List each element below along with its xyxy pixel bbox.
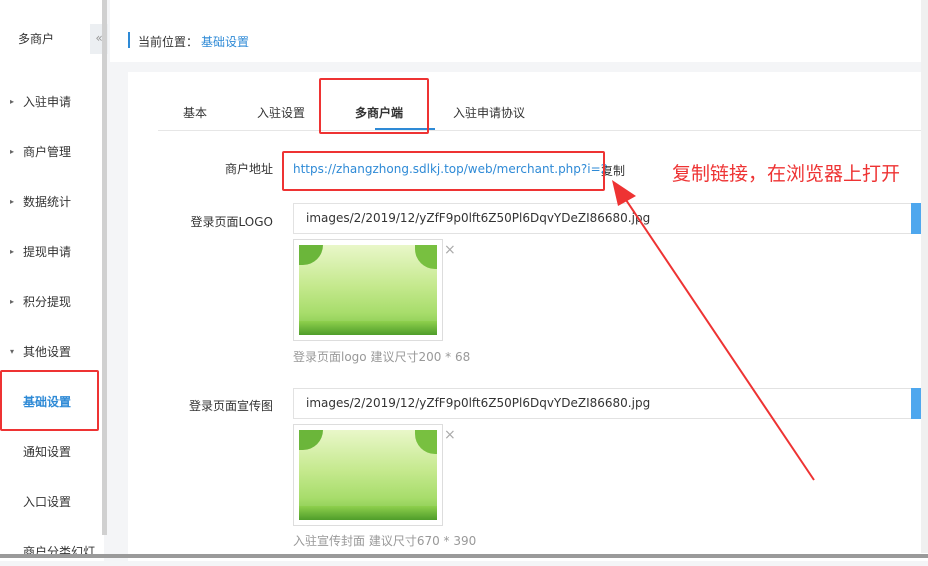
promo-preview-image bbox=[293, 424, 443, 526]
annotation-box-link bbox=[282, 151, 605, 191]
logo-hint: 登录页面logo 建议尺寸200 * 68 bbox=[293, 350, 471, 364]
sidebar-item-merchant-management[interactable]: ▸ 商户管理 bbox=[0, 138, 104, 166]
breadcrumb-marker bbox=[128, 32, 130, 48]
sidebar-item-data-statistics[interactable]: ▸ 数据统计 bbox=[0, 188, 104, 216]
promo-hint: 入驻宣传封面 建议尺寸670 * 390 bbox=[293, 534, 477, 548]
tab-bar: 基本 入驻设置 多商户端 入驻申请协议 bbox=[158, 92, 928, 131]
promo-path-value: images/2/2019/12/yZfF9p0lft6Z50Pl6DqvYDe… bbox=[306, 396, 651, 410]
sidebar-item-label: 通知设置 bbox=[23, 445, 72, 459]
breadcrumb-label: 当前位置： bbox=[138, 35, 199, 49]
caret-right-icon: ▸ bbox=[10, 247, 15, 256]
sidebar-item-points-withdrawal[interactable]: ▸ 积分提现 bbox=[0, 288, 104, 316]
settings-panel: 基本 入驻设置 多商户端 入驻申请协议 商户地址 https://zhangzh… bbox=[128, 72, 928, 561]
sidebar-item-label: 商户管理 bbox=[23, 145, 72, 159]
promo-label: 登录页面宣传图 bbox=[188, 399, 273, 413]
breadcrumb-current[interactable]: 基础设置 bbox=[201, 33, 249, 50]
sidebar-item-label: 数据统计 bbox=[23, 195, 72, 209]
sidebar: 多商户 « ▸ 入驻申请 ▸ 商户管理 ▸ 数据统计 ▸ 提现申请 ▸ 积分提现… bbox=[0, 0, 108, 561]
caret-down-icon: ▾ bbox=[10, 347, 15, 356]
promo-path-input[interactable]: images/2/2019/12/yZfF9p0lft6Z50Pl6DqvYDe… bbox=[293, 388, 928, 419]
remove-promo-icon[interactable]: × bbox=[444, 427, 456, 443]
leaf-decoration bbox=[299, 430, 323, 450]
remove-logo-icon[interactable]: × bbox=[444, 242, 456, 258]
sidebar-item-label: 商户分类幻灯 bbox=[23, 545, 96, 559]
bottom-border bbox=[0, 554, 928, 558]
caret-right-icon: ▸ bbox=[10, 97, 15, 106]
annotation-text: 复制链接，在浏览器上打开 bbox=[672, 163, 901, 185]
sidebar-item-label: 积分提现 bbox=[23, 295, 72, 309]
logo-preview-image bbox=[293, 239, 443, 341]
leaf-decoration bbox=[415, 430, 437, 454]
logo-path-input[interactable]: images/2/2019/12/yZfF9p0lft6Z50Pl6DqvYDe… bbox=[293, 203, 928, 234]
leaf-decoration bbox=[299, 245, 323, 265]
sidebar-title: 多商户 bbox=[18, 32, 55, 46]
sidebar-item-join-application[interactable]: ▸ 入驻申请 bbox=[0, 88, 104, 116]
page-scrollbar[interactable] bbox=[921, 0, 928, 553]
sidebar-scrollbar[interactable] bbox=[102, 0, 107, 535]
leaf-decoration bbox=[415, 245, 437, 269]
caret-right-icon: ▸ bbox=[10, 197, 15, 206]
sidebar-item-notification-settings[interactable]: 通知设置 bbox=[0, 438, 104, 466]
sidebar-item-label: 提现申请 bbox=[23, 245, 72, 259]
annotation-box-tab bbox=[319, 78, 429, 134]
flower-decoration bbox=[299, 506, 437, 520]
sidebar-item-label: 其他设置 bbox=[23, 345, 72, 359]
meadow-image bbox=[299, 245, 437, 335]
sidebar-item-label: 入驻申请 bbox=[23, 95, 72, 109]
caret-right-icon: ▸ bbox=[10, 147, 15, 156]
logo-path-value: images/2/2019/12/yZfF9p0lft6Z50Pl6DqvYDe… bbox=[306, 211, 651, 225]
caret-right-icon: ▸ bbox=[10, 297, 15, 306]
sidebar-item-label: 入口设置 bbox=[23, 495, 72, 509]
sidebar-item-other-settings[interactable]: ▾ 其他设置 bbox=[0, 338, 104, 366]
sidebar-item-entry-settings[interactable]: 入口设置 bbox=[0, 488, 104, 516]
meadow-image bbox=[299, 430, 437, 520]
sidebar-item-category-slides[interactable]: 商户分类幻灯 bbox=[0, 538, 104, 566]
merchant-address-label: 商户地址 bbox=[224, 162, 273, 176]
flower-decoration bbox=[299, 321, 437, 335]
breadcrumb: 当前位置： 基础设置 bbox=[110, 0, 928, 62]
tab-join-agreement[interactable]: 入驻申请协议 bbox=[453, 104, 525, 121]
tab-join-settings[interactable]: 入驻设置 bbox=[257, 104, 305, 121]
logo-label: 登录页面LOGO bbox=[190, 215, 273, 229]
tab-basic[interactable]: 基本 bbox=[183, 104, 207, 121]
annotation-box-sidebar bbox=[0, 370, 99, 431]
sidebar-item-withdrawal[interactable]: ▸ 提现申请 bbox=[0, 238, 104, 266]
